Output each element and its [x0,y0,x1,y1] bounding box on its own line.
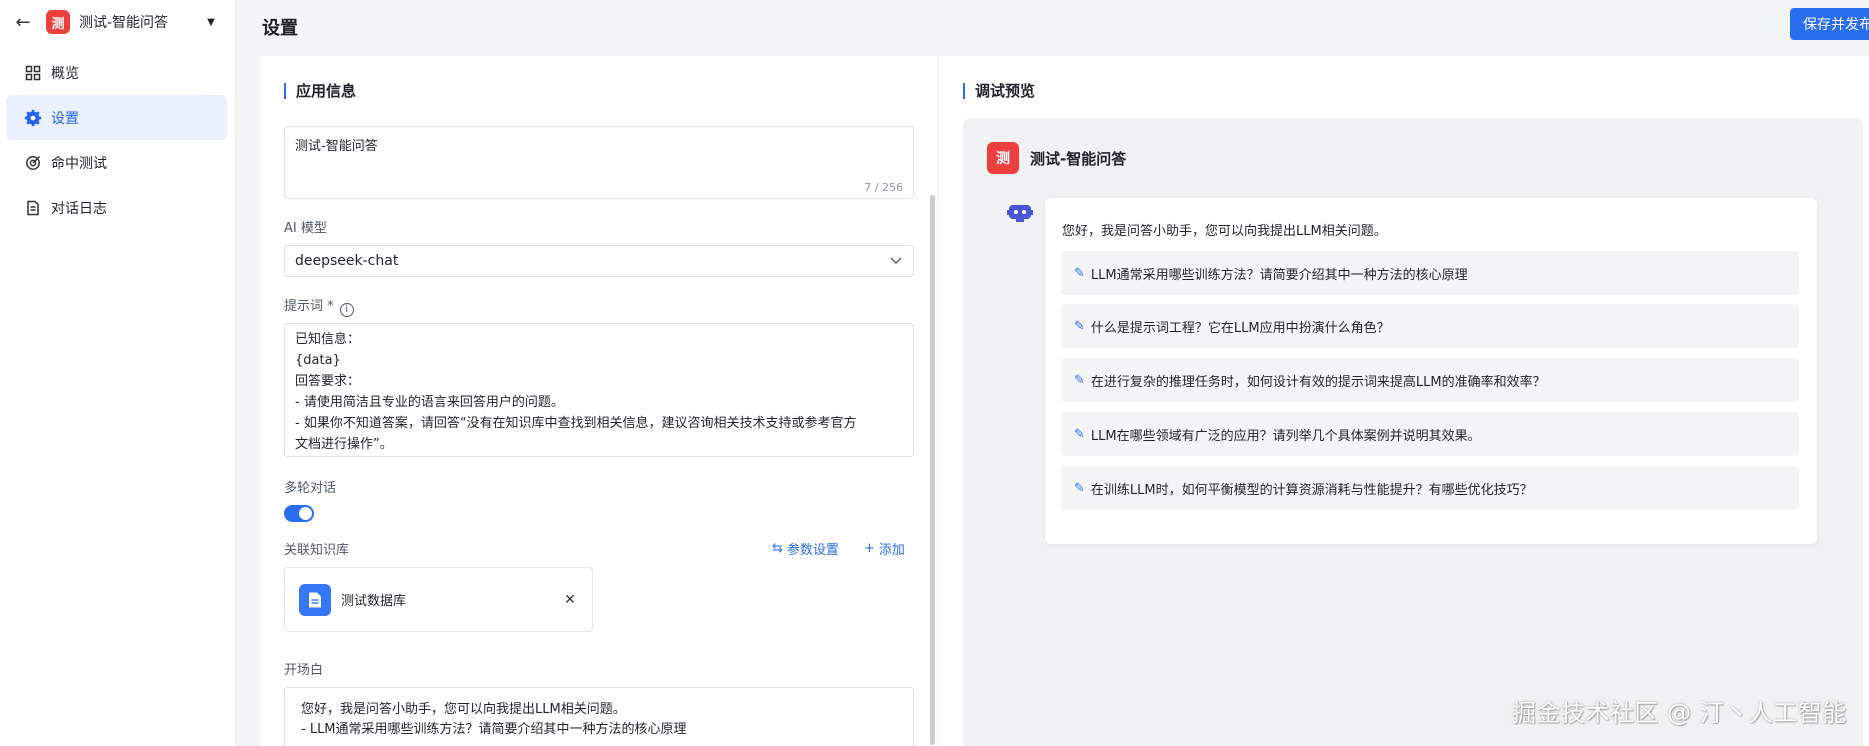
sidebar: ← 测 测试-智能问答 ▼ 概览 设置 命中测试 对话日志 [0,0,236,746]
suggested-question[interactable]: ✎ 什么是提示词工程？它在LLM应用中扮演什么角色？ [1061,304,1799,348]
question-text: 在进行复杂的推理任务时，如何设计有效的提示词来提高LLM的准确率和效率？ [1090,374,1546,390]
question-text: 在训练LLM时，如何平衡模型的计算资源消耗与性能提升？有哪些优化技巧？ [1090,482,1533,498]
suggested-question[interactable]: ✎ 在训练LLM时，如何平衡模型的计算资源消耗与性能提升？有哪些优化技巧？ [1061,466,1799,510]
prompt-line: 回答要求： [295,374,361,389]
opening-line: - LLM通常采用哪些训练方法？请简要介绍其中一种方法的核心原理 [301,722,687,737]
multi-turn-toggle[interactable] [284,505,314,522]
char-counter: 7 / 256 [864,181,903,194]
app-name-field[interactable]: 测试-智能问答 7 / 256 [284,126,914,199]
pencil-icon: ✎ [1074,480,1085,496]
pencil-icon: ✎ [1074,265,1085,281]
sidebar-item-overview[interactable]: 概览 [6,50,227,95]
grid-icon [24,64,42,82]
knowledge-base-label: 关联知识库 [284,543,350,558]
prompt-line: 文档进行操作”。 [295,437,393,452]
app-info-panel: 应用信息 测试-智能问答 7 / 256 AI 模型 deepseek-chat… [260,56,937,746]
plus-icon: + [864,541,875,556]
chevron-down-icon [889,254,903,268]
section-title-preview: 调试预览 [963,83,1035,99]
suggested-question[interactable]: ✎ LLM通常采用哪些训练方法？请简要介绍其中一种方法的核心原理 [1061,251,1799,295]
sidebar-item-label: 设置 [51,110,79,127]
document-icon [24,199,42,217]
question-text: 什么是提示词工程？它在LLM应用中扮演什么角色？ [1090,320,1390,336]
prompt-line: - 请使用简洁且专业的语言来回答用户的问题。 [295,395,564,410]
sidebar-item-label: 命中测试 [51,155,107,172]
sliders-icon: ⇆ [772,541,783,556]
app-name: 测试-智能问答 [1030,149,1127,168]
debug-preview-panel: 调试预览 测 测试-智能问答 您好，我是问答小助手，您可以向我提出LLM相关问题… [939,56,1869,746]
sidebar-item-chat-log[interactable]: 对话日志 [6,185,227,230]
prompt-line: 已知信息： [295,332,361,347]
bot-avatar-icon [1007,202,1033,224]
kb-add-link[interactable]: + 添加 [864,539,905,558]
kb-params-link[interactable]: ⇆ 参数设置 [772,539,839,558]
kb-params-label: 参数设置 [786,543,839,558]
caret-down-icon[interactable]: ▼ [205,16,217,28]
opening-textarea[interactable]: 您好，我是问答小助手，您可以向我提出LLM相关问题。 - LLM通常采用哪些训练… [284,687,914,746]
kb-name: 测试数据库 [341,594,407,609]
assistant-message: 您好，我是问答小助手，您可以向我提出LLM相关问题。 ✎ LLM通常采用哪些训练… [1045,198,1817,544]
opening-line: 您好，我是问答小助手，您可以向我提出LLM相关问题。 [301,702,626,717]
model-select[interactable]: deepseek-chat [284,245,914,277]
app-logo: 测 [46,10,70,34]
prompt-label-row: 提示词 * i [284,295,354,317]
close-icon[interactable]: ✕ [562,592,578,608]
scrollbar[interactable] [930,195,935,745]
chat-preview-area: 测 测试-智能问答 您好，我是问答小助手，您可以向我提出LLM相关问题。 ✎ L… [963,118,1863,746]
question-text: LLM在哪些领域有广泛的应用？请列举几个具体案例并说明其效果。 [1090,428,1481,444]
prompt-line: {data} [295,353,341,368]
back-arrow-icon[interactable]: ← [14,12,32,33]
info-icon[interactable]: i [339,302,354,317]
suggested-question[interactable]: ✎ LLM在哪些领域有广泛的应用？请列举几个具体案例并说明其效果。 [1061,412,1799,456]
knowledge-base-card: 测试数据库 ✕ [284,567,593,632]
prompt-line: - 如果你不知道答案，请回答“没有在知识库中查找到相关信息，建议咨询相关技术支持… [295,416,857,431]
app-name-value: 测试-智能问答 [295,139,378,154]
gear-icon [24,109,42,127]
app-logo: 测 [987,142,1019,174]
model-label: AI 模型 [284,221,327,236]
prompt-label: 提示词 * [284,299,334,314]
section-title-app-info: 应用信息 [284,83,356,99]
model-value: deepseek-chat [295,253,399,269]
suggested-question[interactable]: ✎ 在进行复杂的推理任务时，如何设计有效的提示词来提高LLM的准确率和效率？ [1061,358,1799,402]
target-icon [24,154,42,172]
sidebar-nav: 概览 设置 命中测试 对话日志 [0,50,235,230]
app-header: ← 测 测试-智能问答 ▼ [0,0,235,44]
pencil-icon: ✎ [1074,318,1085,334]
save-publish-button[interactable]: 保存并发布 [1790,8,1869,40]
pencil-icon: ✎ [1074,426,1085,442]
app-name: 测试-智能问答 [79,15,169,31]
sidebar-item-label: 对话日志 [51,200,107,217]
pencil-icon: ✎ [1074,372,1085,388]
sidebar-item-label: 概览 [51,65,79,82]
question-text: LLM通常采用哪些训练方法？请简要介绍其中一种方法的核心原理 [1090,267,1468,283]
kb-add-label: 添加 [878,543,905,558]
page-title: 设置 [262,18,298,39]
sidebar-item-settings[interactable]: 设置 [6,95,227,140]
watermark: 掘金技术社区 @ 汀丶人工智能 [1512,699,1847,727]
greeting-text: 您好，我是问答小助手，您可以向我提出LLM相关问题。 [1062,224,1387,239]
prompt-textarea[interactable]: 已知信息： {data} 回答要求： - 请使用简洁且专业的语言来回答用户的问题… [284,323,914,457]
multi-turn-label: 多轮对话 [284,481,337,496]
sidebar-item-hit-test[interactable]: 命中测试 [6,140,227,185]
database-icon [299,583,331,616]
preview-header: 测 测试-智能问答 [987,142,1126,174]
opening-label: 开场白 [284,663,324,678]
